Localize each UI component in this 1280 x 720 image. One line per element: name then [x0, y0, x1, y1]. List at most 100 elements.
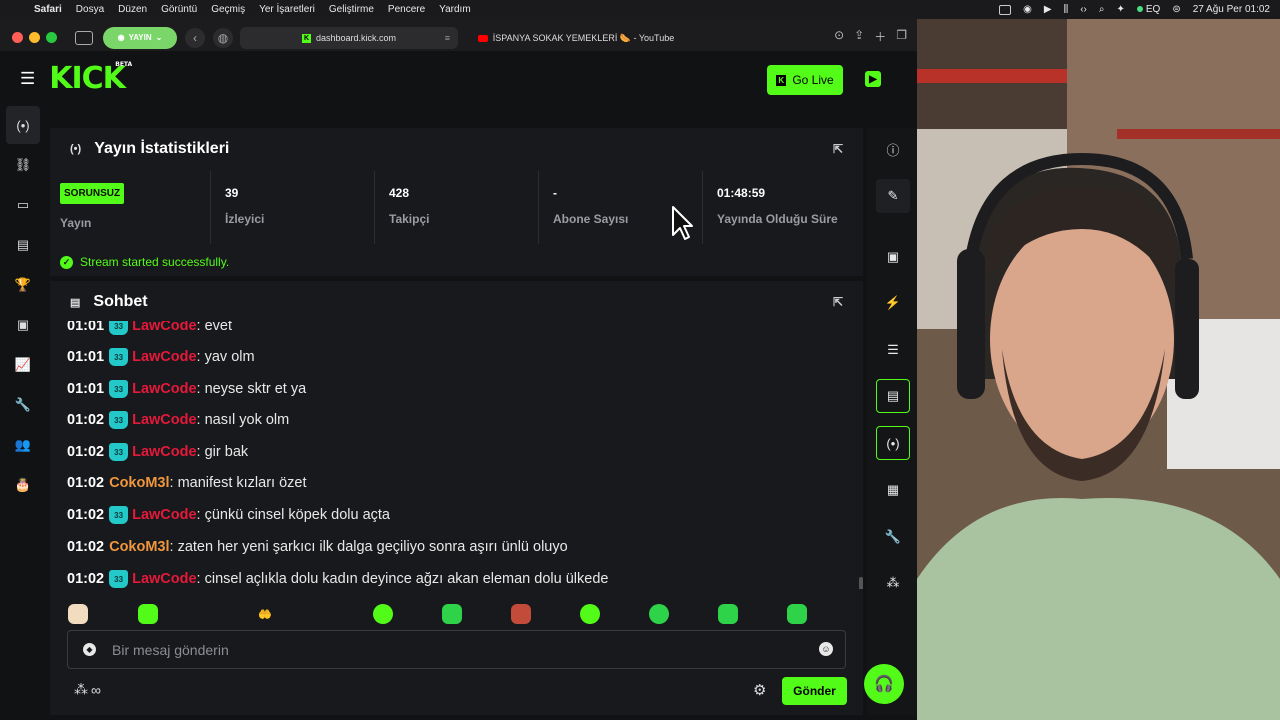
share-icon[interactable]: ⇪	[854, 28, 864, 45]
help-button[interactable]: 🎧	[864, 664, 904, 704]
message-username[interactable]: LawCode	[132, 349, 196, 365]
audio-icon[interactable]: ⫼	[1064, 4, 1069, 15]
subscriber-badge-icon[interactable]: 33	[109, 443, 129, 461]
video-button[interactable]: ▣	[876, 240, 910, 274]
mod-button[interactable]: ▦	[876, 473, 910, 507]
reader-icon[interactable]: ≡	[445, 33, 450, 43]
tab-youtube[interactable]: İSPANYA SOKAK YEMEKLERİ 🌭 - YouTube	[470, 27, 682, 49]
clock[interactable]: 27 Ağu Per 01:02	[1193, 4, 1270, 15]
hamburger-menu-icon[interactable]: ☰	[20, 69, 35, 89]
sidebar-item-stats[interactable]: 📈	[6, 346, 40, 384]
new-tab-icon[interactable]: ＋	[874, 28, 886, 45]
chat-message[interactable]: 01:01 33 LawCode: yav olm	[67, 347, 255, 367]
message-username[interactable]: LawCode	[132, 412, 196, 428]
download-icon[interactable]: ⊙	[834, 28, 844, 45]
menu-item-yardim[interactable]: Yardım	[439, 4, 471, 15]
menu-item-gelistirme[interactable]: Geliştirme	[329, 4, 374, 15]
shield-icon[interactable]: ◆	[83, 643, 96, 656]
fullscreen-window-icon[interactable]	[46, 32, 57, 43]
tabs-overview-icon[interactable]: ❐	[896, 28, 907, 45]
extension-button[interactable]: ◍	[213, 27, 233, 48]
emote-eyes-icon[interactable]	[580, 604, 600, 624]
chat-message-input[interactable]	[112, 641, 792, 658]
message-username[interactable]: CokoM3l	[109, 539, 169, 555]
chat-message[interactable]: 01:02 33 LawCode: çünkü cinsel köpek dol…	[67, 505, 390, 525]
message-username[interactable]: CokoM3l	[109, 475, 169, 491]
message-username[interactable]: LawCode	[132, 571, 196, 587]
record-icon[interactable]: ◉	[1023, 4, 1032, 15]
back-button[interactable]: ‹	[185, 27, 205, 48]
subscriber-badge-icon[interactable]: 33	[109, 380, 129, 398]
list-button[interactable]: ☰	[876, 333, 910, 367]
sidebar-item-analytics[interactable]: ▤	[6, 226, 40, 264]
sidebar-item-window[interactable]: ▭	[6, 186, 40, 224]
kick-points-icon[interactable]: ⁂	[74, 681, 88, 698]
kick-logo[interactable]: KICK BETA	[49, 61, 132, 96]
chat-message[interactable]: 01:02 33 LawCode: cinsel açlıkla dolu ka…	[67, 569, 608, 589]
sidebar-item-videos[interactable]: ▣	[6, 306, 40, 344]
sidebar-item-links[interactable]: ⛓	[6, 146, 40, 184]
message-username[interactable]: LawCode	[132, 444, 196, 460]
message-username[interactable]: LawCode	[132, 321, 196, 334]
tab-kick-dashboard[interactable]: K dashboard.kick.com ≡	[240, 27, 458, 49]
search-icon[interactable]: ⌕	[1099, 4, 1105, 15]
edit-button[interactable]: ✎	[876, 179, 910, 213]
close-window-icon[interactable]	[12, 32, 23, 43]
menu-item-duzen[interactable]: Düzen	[118, 4, 147, 15]
sidebar-item-community[interactable]: 👥	[6, 426, 40, 464]
chat-message[interactable]: 01:02 33 LawCode: gir bak	[67, 442, 248, 462]
message-username[interactable]: LawCode	[132, 381, 196, 397]
emote-blob-icon[interactable]	[442, 604, 462, 624]
emote-cat-icon[interactable]	[138, 604, 158, 624]
menu-item-goruntu[interactable]: Görüntü	[161, 4, 197, 15]
subscriber-badge-icon[interactable]: 33	[109, 411, 129, 429]
chat-message[interactable]: 01:01 33 LawCode: neyse sktr et ya	[67, 379, 306, 399]
subscriber-badge-icon[interactable]: 33	[109, 570, 129, 588]
send-button[interactable]: Gönder	[782, 677, 847, 705]
emote-angry-icon[interactable]	[511, 604, 531, 624]
popout-icon[interactable]: ⇱	[833, 295, 843, 309]
sidebar-item-subscriptions[interactable]: 🎂	[6, 466, 40, 504]
eq-indicator[interactable]: EQ	[1136, 4, 1160, 15]
emote-pepe-icon[interactable]	[787, 604, 807, 624]
menu-item-yer-isaretleri[interactable]: Yer İşaretleri	[259, 4, 315, 15]
tab-group-pill[interactable]: ◉ YAYIN ⌄	[103, 26, 177, 49]
emote-face-icon[interactable]	[68, 604, 88, 624]
emote-smile-icon[interactable]	[649, 604, 669, 624]
chat-settings-icon[interactable]: ⚙	[753, 681, 766, 699]
sidebar-item-tools[interactable]: 🔧	[6, 386, 40, 424]
menu-item-dosya[interactable]: Dosya	[76, 4, 104, 15]
play-icon[interactable]: ▶	[1044, 4, 1052, 15]
sparkle-icon[interactable]: ✦	[1116, 4, 1124, 15]
emote-hands-icon[interactable]: 🤲	[255, 604, 275, 624]
chat-message[interactable]: 01:02 CokoM3l: zaten her yeni şarkıcı il…	[67, 537, 568, 557]
minimize-window-icon[interactable]	[29, 32, 40, 43]
info-button[interactable]: ⓘ	[876, 132, 910, 166]
chat-message[interactable]: 01:02 CokoM3l: manifest kızları özet	[67, 473, 307, 493]
tools-button[interactable]: 🔧	[876, 520, 910, 554]
code-icon[interactable]: ‹›	[1080, 4, 1087, 15]
subscriber-badge-icon[interactable]: 33	[109, 321, 129, 335]
screen-mirror-icon[interactable]	[999, 4, 1012, 15]
menu-item-gecmis[interactable]: Geçmiş	[211, 4, 245, 15]
chat-message[interactable]: 01:01 33 LawCode: evet	[67, 321, 232, 336]
chat-messages[interactable]: 01:01 33 LawCode: evet 01:01 33 LawCode:…	[50, 321, 863, 589]
sidebar-item-stream[interactable]: (•)	[6, 106, 40, 144]
stream-toggle-button[interactable]: (•)	[876, 426, 910, 460]
emote-clown-icon[interactable]	[373, 604, 393, 624]
sidebar-item-achievements[interactable]: 🏆	[6, 266, 40, 304]
kick-points-value[interactable]: ∞	[91, 682, 101, 698]
control-center-icon[interactable]: ⊜	[1172, 4, 1180, 15]
chat-message[interactable]: 01:02 33 LawCode: nasıl yok olm	[67, 410, 289, 430]
popout-icon[interactable]: ⇱	[833, 142, 843, 156]
emote-frog-icon[interactable]	[718, 604, 738, 624]
go-live-button[interactable]: K Go Live	[767, 65, 843, 95]
menu-item-safari[interactable]: Safari	[34, 4, 62, 15]
points-button[interactable]: ⁂	[876, 566, 910, 600]
sidebar-toggle-icon[interactable]	[75, 30, 93, 45]
emoji-picker-icon[interactable]: ☺	[819, 642, 833, 656]
account-icon[interactable]: ▶	[865, 71, 881, 87]
subscriber-badge-icon[interactable]: 33	[109, 506, 129, 524]
menu-item-pencere[interactable]: Pencere	[388, 4, 425, 15]
subscriber-badge-icon[interactable]: 33	[109, 348, 129, 366]
